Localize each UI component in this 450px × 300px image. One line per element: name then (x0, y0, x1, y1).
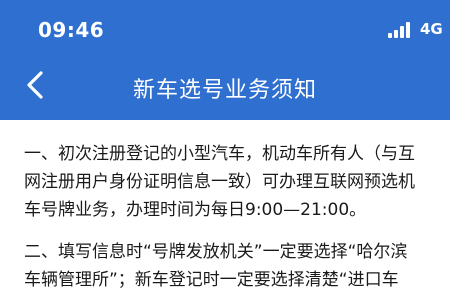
page-title: 新车选号业务须知 (132, 78, 317, 103)
notice-line: 网注册用户身份证明信息一致）可办理互联网预选机 (24, 172, 415, 192)
screen: 09:46 4G 新车选号业务须知 一、初次注册登记的小型汽车，机动车所有人（与… (0, 0, 450, 300)
network-type-label: 4G (420, 20, 443, 38)
signal-bars-icon (388, 22, 414, 38)
notice-line: 一、初次注册登记的小型汽车，机动车所有人（与互 (24, 144, 415, 164)
header-bar: 09:46 4G 新车选号业务须知 (0, 0, 450, 120)
status-time: 09:46 (38, 18, 105, 42)
notice-line: 车辆管理所”；新车登记时一定要选择清楚“进口车 (24, 270, 399, 290)
notice-line: 二、填写信息时“号牌发放机关”一定要选择“哈尔滨 (24, 242, 408, 262)
notice-paragraph-2: 二、填写信息时“号牌发放机关”一定要选择“哈尔滨 车辆管理所”；新车登记时一定要… (24, 238, 450, 294)
notice-line: 车号牌业务，办理时间为每日9:00—21:00。 (24, 200, 367, 220)
notice-paragraph-1: 一、初次注册登记的小型汽车，机动车所有人（与互 网注册用户身份证明信息一致）可办… (24, 140, 450, 224)
notice-content: 一、初次注册登记的小型汽车，机动车所有人（与互 网注册用户身份证明信息一致）可办… (24, 140, 450, 300)
